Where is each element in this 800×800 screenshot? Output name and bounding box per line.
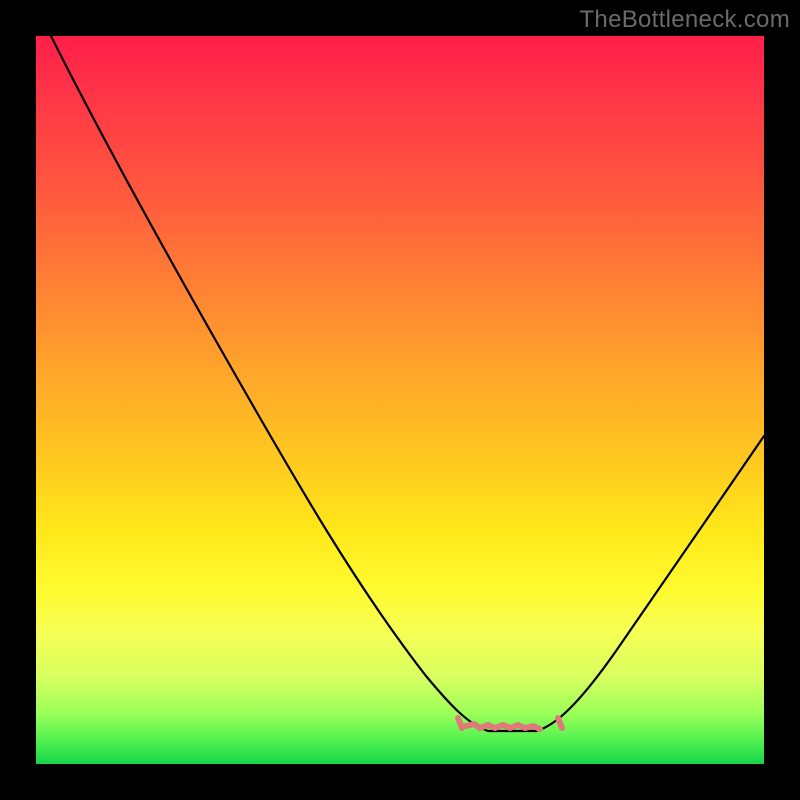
curve-svg xyxy=(36,36,764,764)
plot-area xyxy=(36,36,764,764)
bottleneck-curve xyxy=(51,36,764,731)
chart-frame: TheBottleneck.com xyxy=(0,0,800,800)
watermark-text: TheBottleneck.com xyxy=(579,6,790,34)
